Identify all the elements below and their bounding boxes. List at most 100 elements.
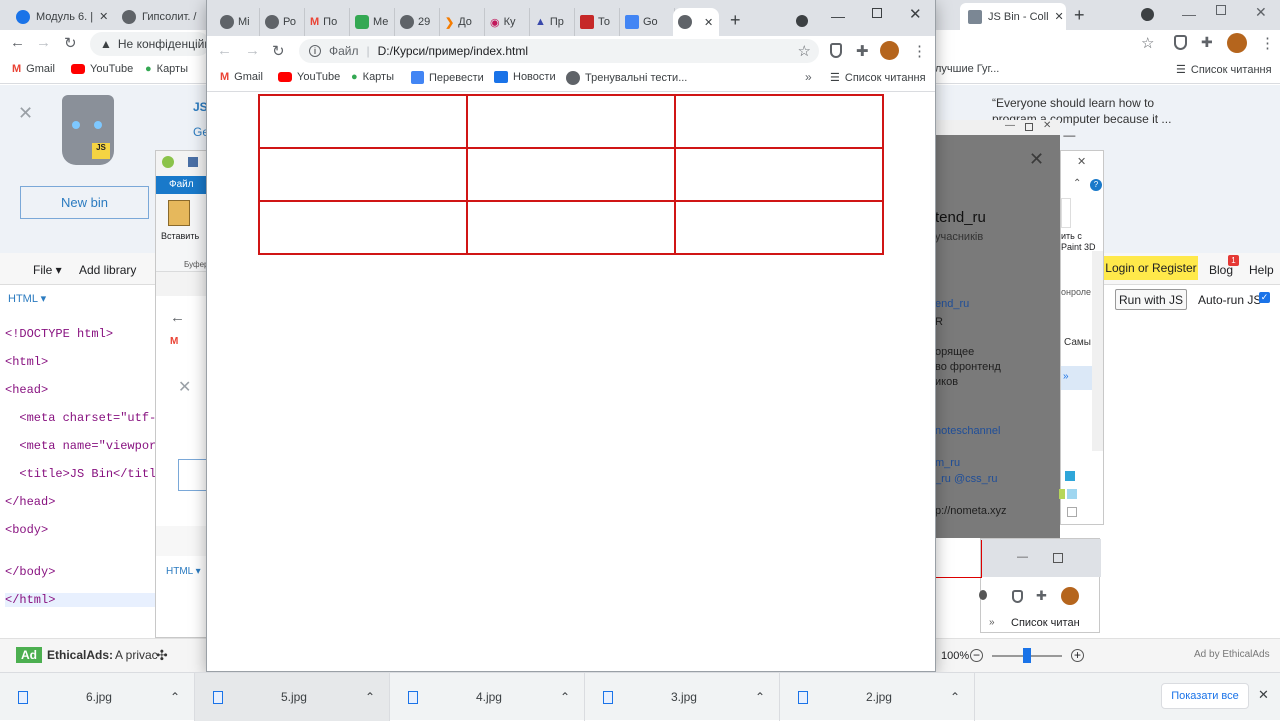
color-swatch[interactable]: [1067, 489, 1077, 499]
tab-1[interactable]: Mi: [215, 8, 260, 36]
extensions-icon[interactable]: ✚: [1036, 588, 1047, 604]
close-window-icon[interactable]: ✕: [909, 5, 922, 23]
paint3d-icon[interactable]: [1061, 198, 1071, 228]
restore-icon[interactable]: [1053, 553, 1063, 563]
tab-10[interactable]: Go: [620, 8, 675, 36]
close-icon[interactable]: ✕: [1029, 149, 1044, 170]
minimize-icon[interactable]: —: [1182, 6, 1196, 22]
extensions-icon[interactable]: ✚: [1201, 34, 1213, 51]
close-icon[interactable]: ✕: [1258, 687, 1269, 703]
channel-link[interactable]: noteschannel: [935, 425, 1000, 437]
avatar[interactable]: [880, 41, 899, 60]
zoom-slider-thumb[interactable]: [1023, 648, 1031, 663]
chevron-up-icon[interactable]: ⌃: [560, 690, 584, 704]
reading-list-button[interactable]: ☰ Список читання: [1176, 63, 1272, 77]
color-swatch[interactable]: [1059, 489, 1065, 499]
download-item[interactable]: 6.jpg ⌃: [0, 673, 195, 721]
code-editor[interactable]: <!DOCTYPE html> <html> <head> <meta char…: [5, 313, 178, 621]
close-icon[interactable]: ✕: [1077, 155, 1086, 168]
chevron-up-icon[interactable]: ⌃: [755, 690, 779, 704]
new-bin-button-fragment[interactable]: [178, 459, 206, 491]
restore-icon[interactable]: [1025, 123, 1033, 131]
new-tab-icon[interactable]: +: [1074, 5, 1085, 26]
chevron-up-icon[interactable]: ⌃: [365, 690, 389, 704]
bookmark-extra[interactable]: лучшие Гуг...: [935, 63, 999, 75]
bookmark-maps[interactable]: ● Карты: [145, 63, 188, 75]
new-bin-button[interactable]: New bin: [20, 186, 149, 219]
close-icon[interactable]: ✕: [704, 16, 713, 29]
save-icon[interactable]: [188, 157, 198, 167]
bg-tab-gypsolit[interactable]: Гипсолит. /: [114, 3, 206, 30]
channel-link[interactable]: end_ru: [935, 298, 969, 310]
reload-icon[interactable]: ↻: [64, 34, 77, 52]
download-item[interactable]: 4.jpg ⌃: [390, 673, 585, 721]
tab-active[interactable]: ✕: [673, 8, 719, 36]
bookmark-youtube[interactable]: YouTube: [278, 71, 340, 83]
bookmark-gmail[interactable]: M Gmail: [12, 63, 55, 75]
back-icon[interactable]: ←: [217, 42, 232, 59]
paste-label[interactable]: Вставить: [161, 231, 199, 241]
color-swatch[interactable]: [1067, 507, 1077, 517]
close-icon[interactable]: ✕: [1043, 120, 1051, 131]
maximize-icon[interactable]: [872, 8, 882, 18]
close-icon[interactable]: ✕: [178, 377, 191, 397]
html-panel-label[interactable]: HTML ▾: [166, 566, 201, 577]
run-with-js-button[interactable]: Run with JS: [1115, 289, 1187, 310]
channel-link[interactable]: m_ru: [935, 457, 960, 469]
star-icon[interactable]: ☆: [798, 42, 811, 60]
tab-9[interactable]: То: [575, 8, 620, 36]
chevron-up-icon[interactable]: ⌃: [170, 690, 194, 704]
more-icon[interactable]: »: [989, 617, 995, 628]
bookmark-news[interactable]: Новости: [494, 71, 556, 83]
reading-list-label[interactable]: Список читан: [1011, 617, 1080, 629]
reload-icon[interactable]: ↻: [272, 42, 285, 60]
tab-7[interactable]: ◉ Ку: [485, 8, 530, 36]
zoom-in-icon[interactable]: +: [1071, 649, 1084, 662]
move-icon[interactable]: ✣: [156, 647, 168, 664]
scrollbar[interactable]: [1092, 251, 1103, 451]
forward-icon[interactable]: →: [36, 34, 51, 51]
reading-list-button[interactable]: ☰ Список читання: [830, 71, 926, 85]
avatar[interactable]: [1227, 33, 1247, 53]
channel-link[interactable]: _ru @css_ru: [935, 473, 998, 485]
bg-tab-jsbin[interactable]: JS Bin - Coll ✕: [960, 3, 1066, 30]
ad-by-label[interactable]: Ad by EthicalAds: [1194, 649, 1270, 660]
tab-4[interactable]: Ме: [350, 8, 395, 36]
download-item[interactable]: 2.jpg ⌃: [780, 673, 975, 721]
tab-5[interactable]: 29: [395, 8, 440, 36]
tab-2[interactable]: Ро: [260, 8, 305, 36]
star-icon[interactable]: ☆: [1141, 34, 1154, 52]
paint-file-tab[interactable]: Файл: [156, 176, 206, 194]
extensions-icon[interactable]: ✚: [856, 42, 869, 60]
close-window-icon[interactable]: ✕: [1255, 4, 1267, 21]
avatar[interactable]: [1061, 587, 1079, 605]
add-library-menu[interactable]: Add library: [79, 263, 136, 277]
back-icon[interactable]: ←: [10, 34, 25, 51]
help-icon[interactable]: ?: [1090, 179, 1102, 191]
menu-icon[interactable]: ⋮: [1260, 34, 1275, 52]
tab-search-icon[interactable]: [796, 15, 808, 27]
address-bar[interactable]: i Файл | D:/Курси/пример/index.html ☆: [299, 39, 819, 63]
shield-icon[interactable]: [1012, 590, 1023, 603]
ad-text[interactable]: A privac: [115, 648, 158, 662]
back-icon[interactable]: ←: [170, 309, 185, 326]
bookmark-tests[interactable]: Тренувальні тести...: [566, 71, 687, 85]
download-item[interactable]: 5.jpg ⌃: [195, 673, 390, 721]
more-bookmarks-icon[interactable]: »: [805, 70, 812, 84]
close-icon[interactable]: ✕: [1055, 10, 1064, 23]
bg-address-bar[interactable]: ▲ Не конфіденційн: [90, 32, 210, 56]
restore-icon[interactable]: [1216, 5, 1226, 15]
info-icon[interactable]: i: [309, 45, 321, 57]
chevron-up-icon[interactable]: ⌃: [1073, 178, 1081, 189]
forward-icon[interactable]: →: [245, 42, 260, 59]
minimize-icon[interactable]: —: [1005, 120, 1015, 131]
download-item[interactable]: 3.jpg ⌃: [585, 673, 780, 721]
paste-icon[interactable]: [168, 200, 190, 226]
bookmark-gmail[interactable]: M Gmail: [220, 71, 263, 83]
bookmark-translate[interactable]: Перевести: [411, 71, 484, 84]
help-link[interactable]: Help: [1249, 263, 1274, 277]
new-tab-icon[interactable]: +: [730, 10, 741, 31]
shield-icon[interactable]: [1174, 35, 1187, 50]
file-menu[interactable]: File ▾: [33, 263, 62, 277]
close-icon[interactable]: ✕: [99, 10, 108, 23]
